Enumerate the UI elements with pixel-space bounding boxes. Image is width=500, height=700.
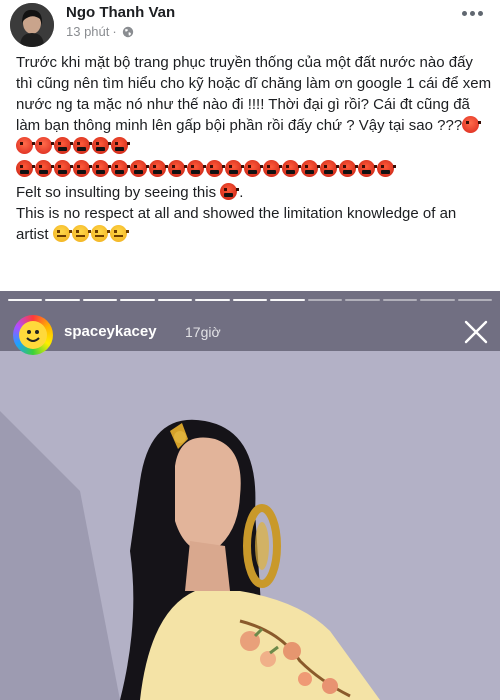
post-text-en-2: This is no respect at all and showed the… (16, 203, 492, 245)
progress-segment (420, 299, 455, 301)
cursing-face-emoji (16, 160, 35, 177)
cursing-face-emoji (358, 160, 377, 177)
cursing-face-emoji (244, 160, 263, 177)
story-progress-bars (8, 299, 493, 302)
progress-segment (45, 299, 80, 301)
story-username[interactable]: spaceykacey (64, 323, 157, 340)
author-name[interactable]: Ngo Thanh Van (66, 4, 175, 21)
progress-segment (382, 299, 418, 301)
cursing-face-emoji (225, 160, 244, 177)
progress-segment (8, 299, 43, 301)
face-with-steam-emoji (52, 225, 72, 242)
globe-icon[interactable] (122, 26, 134, 38)
cursing-face-emoji (187, 160, 206, 177)
post-body: Trước khi mặt bộ trang phục truyền thống… (16, 52, 492, 245)
angry-face-emoji (35, 137, 54, 154)
progress-segment (270, 299, 305, 301)
cursing-face-emoji (73, 160, 92, 177)
cursing-face-emoji (320, 160, 339, 177)
post-text-en-1: Felt so insulting by seeing this . (16, 183, 244, 201)
post-text-en-1-content: Felt so insulting by seeing this (16, 184, 217, 201)
progress-segment (82, 299, 118, 301)
cursing-face-emoji (168, 160, 187, 177)
story-photo (0, 291, 500, 700)
face-with-steam-emoji (109, 225, 129, 242)
cursing-face-emoji (339, 160, 358, 177)
cursing-face-emoji (130, 160, 149, 177)
cursing-face-emoji (206, 160, 225, 177)
cursing-face-emoji (92, 160, 111, 177)
story-avatar[interactable] (13, 315, 53, 355)
cursing-face-emoji (54, 137, 73, 154)
cursing-face-emoji (111, 137, 130, 154)
cursing-face-emoji (282, 160, 301, 177)
cursing-face-emoji (263, 160, 282, 177)
cursing-face-emoji (220, 183, 240, 200)
angry-face-emoji (462, 116, 482, 133)
angry-face-emoji (16, 137, 35, 154)
close-icon[interactable] (462, 318, 490, 346)
progress-segment (157, 299, 193, 301)
story-time: 17giờ (185, 324, 221, 340)
post-text-vi: Trước khi mặt bộ trang phục truyền thống… (16, 54, 492, 134)
progress-segment (307, 299, 343, 301)
smiley-face-icon (19, 321, 47, 349)
cursing-face-emoji (92, 137, 111, 154)
post-timestamp[interactable]: 13 phút (66, 24, 109, 39)
cursing-face-emoji (301, 160, 320, 177)
post-meta: 13 phút · (66, 24, 134, 39)
meta-separator: · (112, 24, 117, 39)
face-with-steam-emoji (90, 225, 110, 242)
post-text-paragraph: Trước khi mặt bộ trang phục truyền thống… (16, 52, 492, 157)
post-header: Ngo Thanh Van 13 phút · (0, 0, 500, 52)
progress-segment (195, 299, 230, 301)
more-options-icon[interactable] (458, 4, 486, 22)
cursing-face-emoji (149, 160, 168, 177)
story-screenshot[interactable]: spaceykacey 17giờ (0, 291, 500, 700)
cursing-face-emoji (35, 160, 54, 177)
emoji-row (16, 159, 492, 180)
face-with-steam-emoji (71, 225, 91, 242)
progress-segment (457, 299, 493, 301)
author-avatar-image (10, 3, 54, 47)
progress-segment (232, 299, 268, 301)
cursing-face-emoji (73, 137, 92, 154)
progress-segment (120, 299, 155, 301)
cursing-face-emoji (54, 160, 73, 177)
cursing-face-emoji (111, 160, 130, 177)
author-avatar[interactable] (10, 3, 54, 47)
cursing-face-emoji (377, 160, 396, 177)
progress-segment (345, 299, 380, 301)
